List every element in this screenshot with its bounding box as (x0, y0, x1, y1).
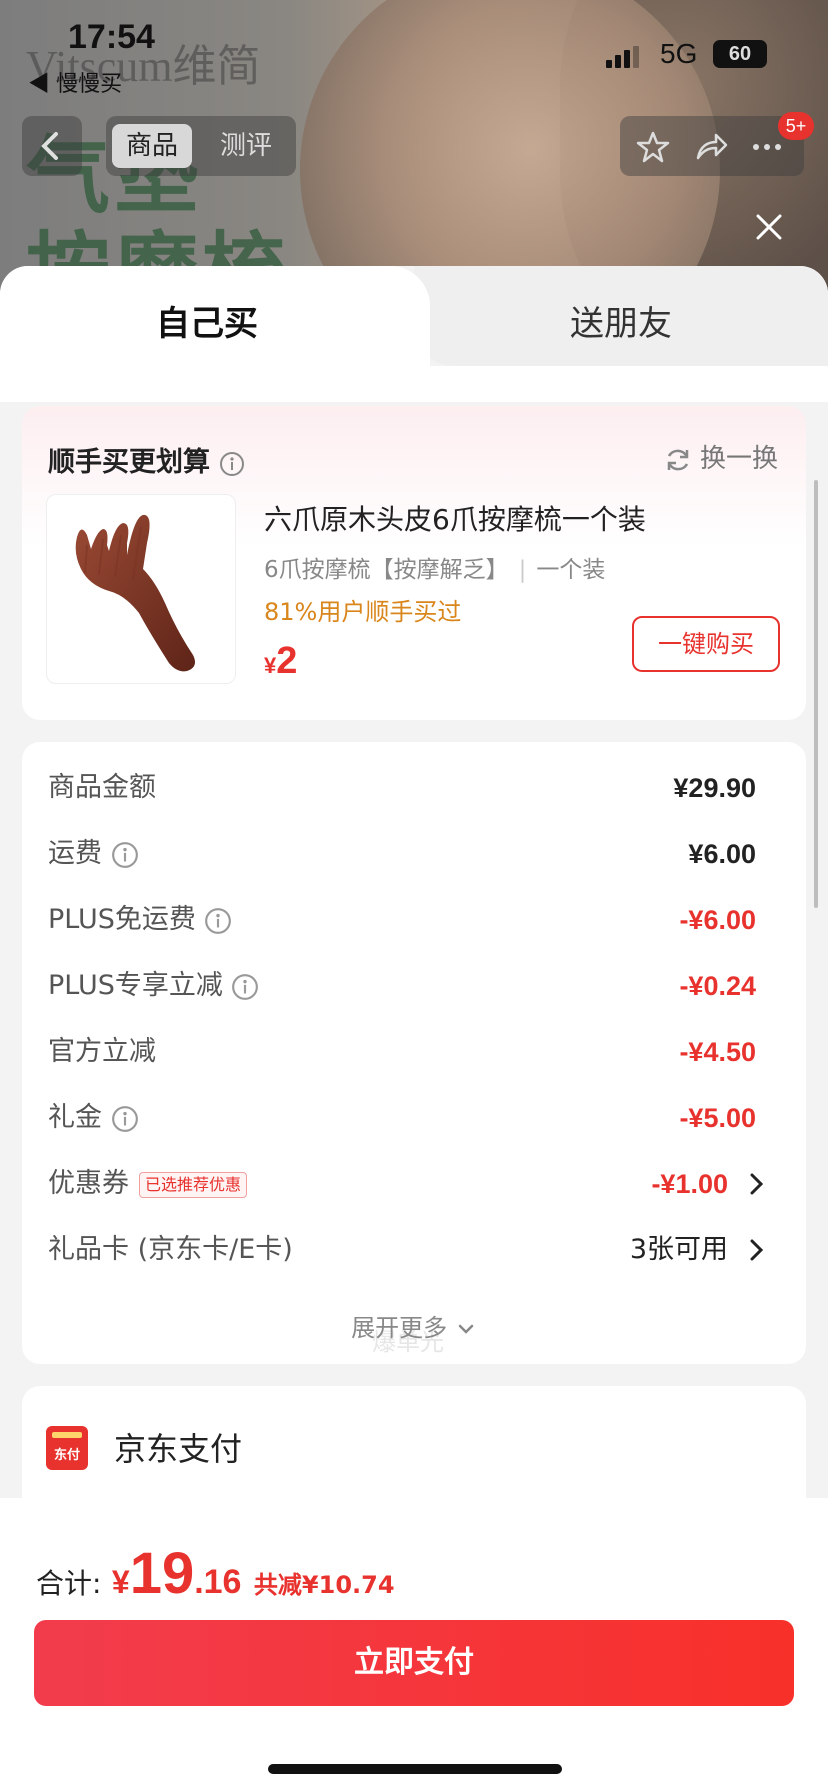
back-to-app-link[interactable]: ◀ 慢慢买 (28, 66, 122, 98)
price-row-official-discount: 官方立减 -¥4.50 (48, 1036, 756, 1067)
swap-button[interactable]: 换一换 (664, 438, 778, 475)
one-click-buy-button[interactable]: 一键购买 (632, 616, 780, 672)
more-icon[interactable] (750, 130, 784, 164)
chevron-left-icon (41, 132, 58, 160)
addon-purchase-stat: 81%用户顺手买过 (264, 598, 462, 626)
price-row-plus-free-shipping: PLUS免运费 -¥6.00 (48, 904, 756, 935)
expand-more-button[interactable]: 展开更多 (22, 1308, 806, 1343)
chevron-right-icon (750, 1239, 764, 1261)
tab-review[interactable]: 测评 (206, 124, 286, 168)
price-row-shipping: 运费 ¥6.00 (48, 838, 756, 869)
nav-back-button[interactable] (22, 116, 82, 176)
info-icon[interactable] (219, 451, 245, 477)
tab-product[interactable]: 商品 (112, 124, 193, 168)
home-indicator[interactable] (268, 1764, 562, 1774)
signal-icon (606, 46, 640, 68)
tab-buy-self[interactable]: 自己买 (0, 266, 430, 402)
status-bar: 17:54 ◀ 慢慢买 5G 60 (0, 0, 828, 100)
purchase-mode-tabs: 送朋友 自己买 (0, 266, 828, 402)
info-icon[interactable] (111, 1105, 139, 1133)
price-row-coupon[interactable]: 优惠券 已选推荐优惠 -¥1.00 (48, 1164, 768, 1204)
payment-method-label: 京东支付 (114, 1430, 243, 1468)
tab-gift-label: 送朋友 (570, 304, 672, 344)
price-row-cash-gift: 礼金 -¥5.00 (48, 1102, 756, 1133)
network-type: 5G (660, 38, 698, 69)
total-saved: 共减¥10.74 (253, 1571, 395, 1599)
coupon-tag: 已选推荐优惠 (139, 1171, 248, 1198)
tab-gift-friend[interactable]: 送朋友 (414, 266, 828, 366)
nav-actions (620, 116, 804, 176)
order-total: 合计: ¥19.16 共减¥10.74 (36, 1541, 395, 1606)
price-breakdown-card: 商品金额 ¥29.90 运费 ¥6.00 PLUS免运费 -¥6.00 PLUS… (22, 742, 806, 1364)
price-row-gift-card[interactable]: 礼品卡 (京东卡/E卡) 3张可用 (48, 1230, 768, 1270)
pay-now-button[interactable]: 立即支付 (34, 1620, 794, 1706)
addon-price: ¥2 (264, 640, 298, 682)
close-icon[interactable] (752, 210, 786, 244)
message-badge: 5+ (778, 112, 814, 140)
addon-product-spec: 6爪按摩梳【按摩解乏】 | 一个装 (264, 557, 606, 583)
share-icon[interactable] (694, 130, 728, 164)
chevron-down-icon (458, 1324, 474, 1334)
scrollbar[interactable] (814, 480, 818, 908)
product-top-nav: 商品 测评 5+ (0, 112, 828, 176)
addon-title: 顺手买更划算 (48, 440, 245, 479)
addon-product-name[interactable]: 六爪原木头皮6爪按摩梳一个装 (264, 498, 646, 538)
tab-self-label: 自己买 (156, 304, 258, 344)
product-tabs: 商品 测评 (106, 116, 296, 176)
jd-pay-icon: 东付 (46, 1426, 88, 1470)
info-icon[interactable] (204, 907, 232, 935)
price-row-goods-amount: 商品金额 ¥29.90 (48, 772, 756, 803)
info-icon[interactable] (111, 841, 139, 869)
status-time: 17:54 (68, 18, 155, 56)
checkout-footer: 合计: ¥19.16 共减¥10.74 立即支付 (0, 1498, 828, 1792)
battery-icon: 60 (713, 40, 767, 68)
addon-card: 顺手买更划算 换一换 六爪原木头皮6爪按摩梳一个装 6爪按摩梳【按摩解乏】 | 一个… (22, 406, 806, 720)
info-icon[interactable] (231, 973, 259, 1001)
price-row-plus-discount: PLUS专享立减 -¥0.24 (48, 970, 756, 1001)
massage-comb-image (75, 514, 195, 672)
chevron-right-icon (750, 1173, 764, 1195)
star-icon[interactable] (636, 130, 670, 164)
addon-product-image[interactable] (46, 494, 236, 684)
refresh-icon (667, 449, 688, 470)
